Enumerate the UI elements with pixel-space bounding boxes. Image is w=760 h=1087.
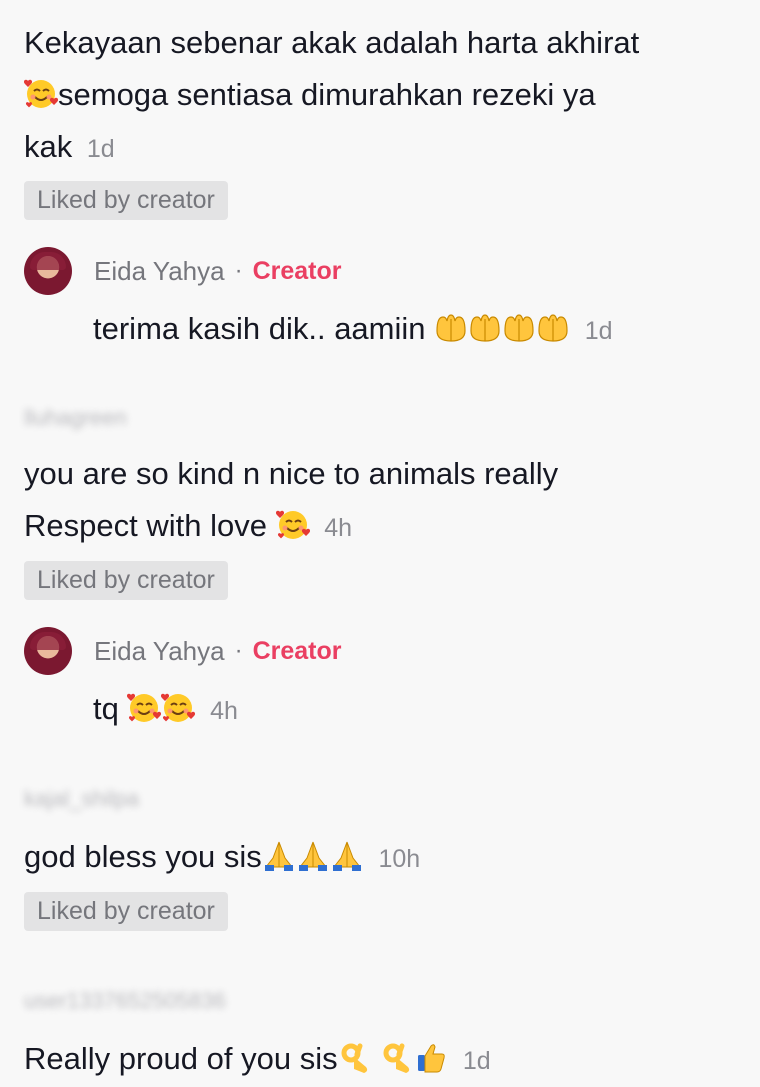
reply-text: terima kasih dik.. aamiin 1d	[93, 311, 613, 346]
folded-hands-icon	[298, 841, 328, 872]
avatar[interactable]	[24, 247, 72, 295]
folded-hands-icon	[264, 841, 294, 872]
reply-text: tq 4h	[93, 691, 238, 726]
palms-up-together-icon	[436, 314, 466, 342]
folded-hands-icon	[332, 841, 362, 872]
thumbs-up-icon	[417, 1044, 445, 1073]
liked-by-creator-badge: Liked by creator	[24, 181, 228, 220]
palms-up-together-icon	[538, 314, 568, 342]
avatar[interactable]	[24, 627, 72, 675]
ok-hand-icon	[338, 1041, 372, 1075]
liked-by-creator-badge: Liked by creator	[24, 892, 228, 931]
ok-hand-icon	[380, 1041, 414, 1075]
comment-text: god bless you sis 10h	[24, 839, 421, 874]
comment-timestamp: 10h	[378, 845, 421, 873]
palms-up-together-icon	[470, 314, 500, 342]
reply-username[interactable]: Eida Yahya	[94, 256, 225, 287]
comment-timestamp: 1d	[86, 135, 115, 163]
smiling-face-with-hearts-icon	[127, 692, 162, 723]
smiling-face-with-hearts-icon	[161, 692, 196, 723]
reply-timestamp: 1d	[584, 317, 613, 345]
reply-header: Eida Yahya · Creator	[24, 246, 342, 296]
reply-username[interactable]: Eida Yahya	[94, 636, 225, 667]
smiling-face-with-hearts-icon	[275, 509, 310, 540]
smiling-face-with-hearts-icon	[24, 78, 58, 109]
separator-dot: ·	[234, 637, 243, 664]
comment-username[interactable]: user1337652505836	[24, 988, 226, 1014]
liked-by-creator-badge: Liked by creator	[24, 561, 228, 600]
comment-timestamp: 1d	[462, 1047, 491, 1075]
separator-dot: ·	[234, 257, 243, 284]
comment-username[interactable]: kajal_shilpa	[24, 786, 139, 812]
reply-header: Eida Yahya · Creator	[24, 626, 342, 676]
creator-tag: Creator	[252, 636, 342, 665]
comment-text: you are so kind n nice to animals really…	[24, 456, 559, 543]
comment-username[interactable]: lluhagreen	[24, 405, 127, 431]
comment-timestamp: 4h	[324, 514, 353, 542]
creator-tag: Creator	[252, 256, 342, 285]
palms-up-together-icon	[504, 314, 534, 342]
comment-text: Really proud of you sis 1d	[24, 1041, 491, 1076]
reply-timestamp: 4h	[210, 697, 238, 725]
comment-text: Kekayaan sebenar akak adalah harta akhir…	[24, 25, 640, 164]
